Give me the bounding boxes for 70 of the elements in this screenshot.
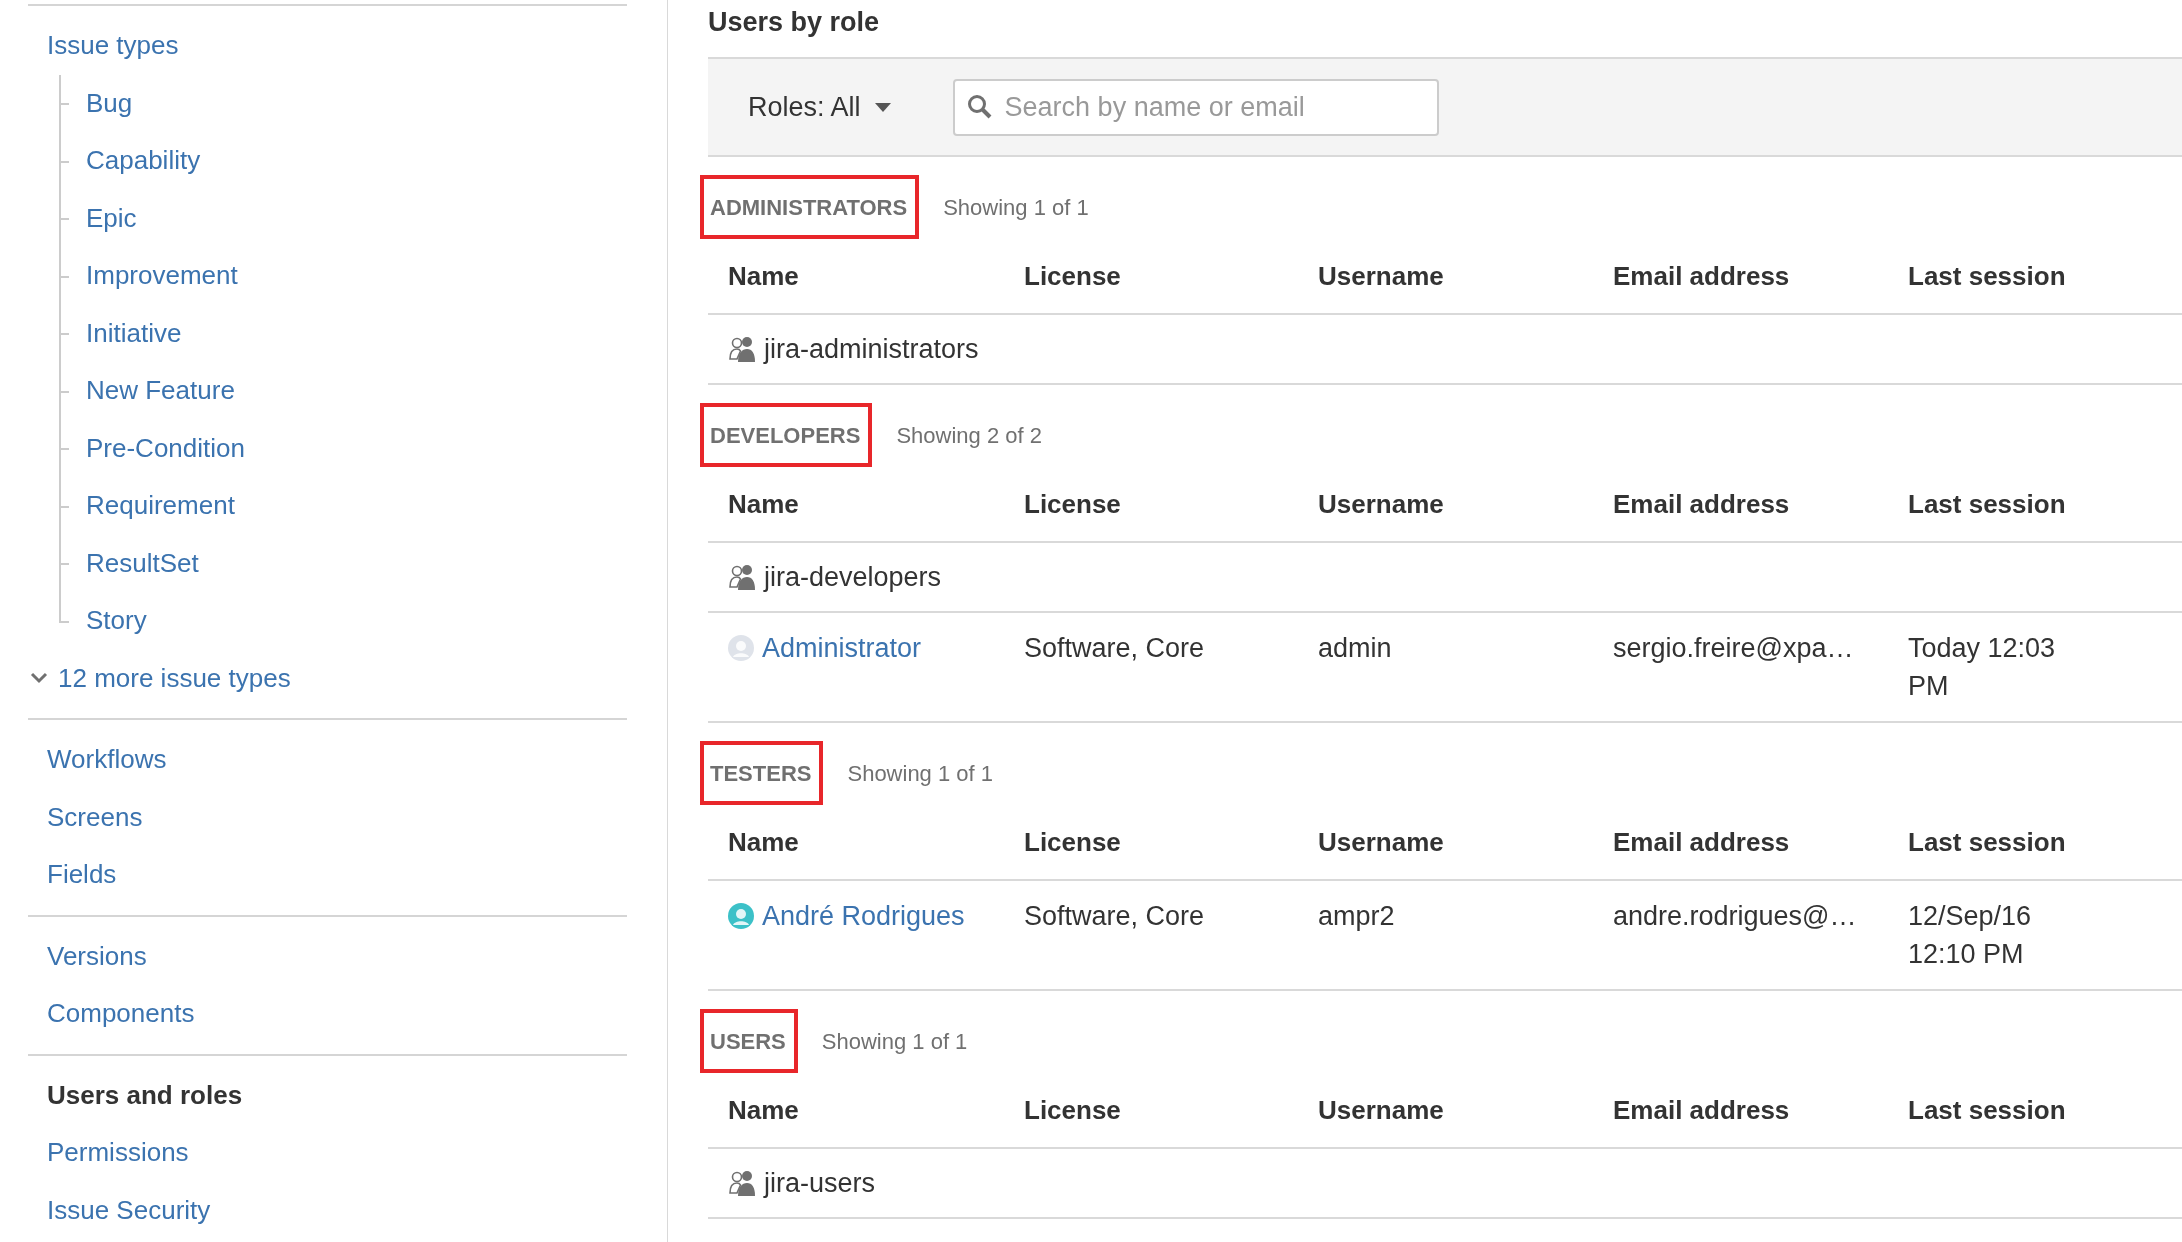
group-icon: [728, 563, 756, 591]
column-header: Last session: [1908, 1094, 2066, 1125]
column-header: Email address: [1613, 260, 1790, 291]
username-text: ampr2: [1318, 899, 1395, 933]
group-icon: [728, 1169, 756, 1197]
column-header: Name: [728, 488, 799, 519]
column-header: Username: [1318, 488, 1444, 519]
sidebar-link[interactable]: Versions: [47, 936, 147, 976]
last-session-text: Today 12:03 PM: [1908, 632, 2057, 703]
email-text: andre.rodrigues@…: [1613, 899, 1857, 933]
issue-type-link[interactable]: Requirement: [86, 486, 235, 526]
column-header: Email address: [1613, 1094, 1790, 1125]
column-header: Last session: [1908, 826, 2066, 857]
sidebar-link[interactable]: Screens: [47, 797, 143, 837]
column-header: Email address: [1613, 488, 1790, 519]
sidebar-link[interactable]: Users and roles: [47, 1075, 243, 1115]
column-header: Last session: [1908, 488, 2066, 519]
license-text: Software, Core: [1024, 899, 1205, 933]
issue-type-link[interactable]: Capability: [86, 141, 201, 181]
issue-type-link[interactable]: Initiative: [86, 313, 182, 353]
search-field[interactable]: Search by name or email: [952, 78, 1439, 136]
column-header: Name: [728, 260, 799, 291]
issue-type-link[interactable]: Story: [86, 601, 147, 641]
license-text: Software, Core: [1024, 631, 1205, 665]
email-text: sergio.freire@xpa…: [1613, 631, 1854, 665]
sidebar-link[interactable]: Fields: [47, 855, 117, 895]
expand-link[interactable]: 12 more issue types: [58, 658, 291, 698]
chevron-icon[interactable]: [30, 672, 48, 685]
result-count: Showing 1 of 1: [943, 193, 1089, 222]
column-header: Username: [1318, 260, 1444, 291]
sidebar-link[interactable]: Issue Security: [47, 1190, 211, 1230]
column-header: Name: [728, 826, 799, 857]
group-name: jira-developers: [764, 560, 942, 594]
issue-type-link[interactable]: Improvement: [86, 256, 238, 296]
result-count: Showing 1 of 1: [821, 1027, 968, 1056]
username-text: admin: [1318, 631, 1392, 665]
issue-type-link[interactable]: Epic: [86, 198, 137, 238]
column-header: License: [1024, 488, 1121, 519]
caret-icon: [874, 102, 891, 112]
sidebar-link[interactable]: Issue types: [47, 26, 179, 66]
sidebar-link[interactable]: Components: [47, 994, 195, 1034]
user-link[interactable]: Administrator: [762, 627, 922, 669]
column-header: Username: [1318, 826, 1444, 857]
section-title: Users by role: [708, 6, 881, 39]
column-header: License: [1024, 826, 1121, 857]
column-header: Name: [728, 1094, 799, 1125]
column-header: License: [1024, 260, 1121, 291]
result-count: Showing 1 of 1: [847, 759, 993, 788]
role-label: TESTERS: [700, 741, 824, 805]
result-count: Showing 2 of 2: [896, 421, 1042, 450]
column-header: Email address: [1613, 826, 1790, 857]
column-header: Username: [1318, 1094, 1444, 1125]
role-label: USERS: [700, 1009, 798, 1073]
sidebar-link[interactable]: Permissions: [47, 1133, 189, 1173]
sidebar-link[interactable]: Workflows: [47, 740, 167, 780]
role-label: ADMINISTRATORS: [700, 175, 920, 239]
group-name: jira-users: [764, 1166, 876, 1200]
search-icon: [966, 93, 993, 120]
issue-type-link[interactable]: ResultSet: [86, 543, 199, 583]
issue-type-link[interactable]: Bug: [86, 83, 133, 123]
issue-type-link[interactable]: New Feature: [86, 371, 235, 411]
user-link[interactable]: André Rodrigues: [762, 895, 965, 937]
issue-type-link[interactable]: Pre-Condition: [86, 428, 245, 468]
column-header: License: [1024, 1094, 1121, 1125]
role-label: DEVELOPERS: [700, 403, 873, 467]
group-name: jira-administrators: [764, 332, 979, 366]
column-header: Last session: [1908, 260, 2066, 291]
roles-dropdown[interactable]: Roles: All: [748, 86, 891, 128]
last-session-text: 12/Sep/16 12:10 PM: [1908, 900, 2033, 971]
group-icon: [728, 335, 756, 363]
